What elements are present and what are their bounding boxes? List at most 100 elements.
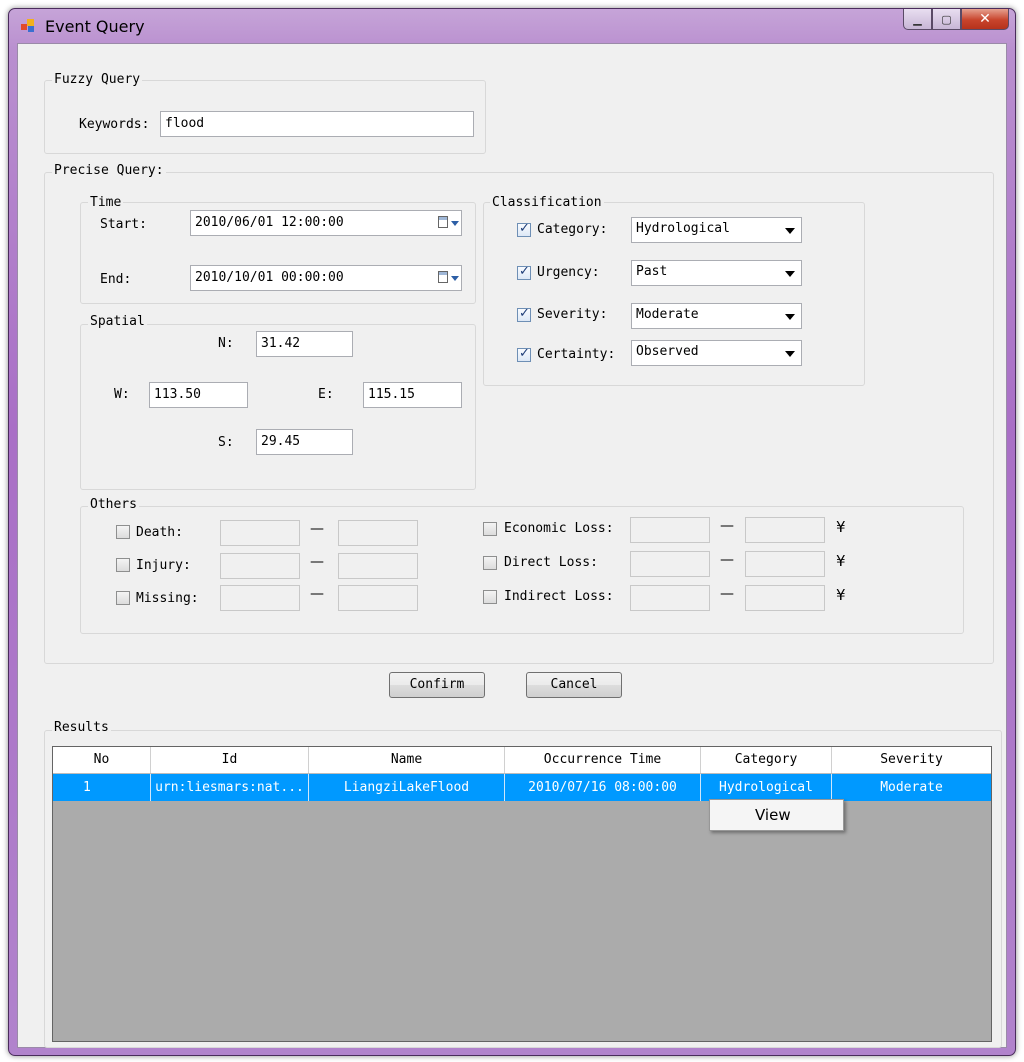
results-grid-header: No Id Name Occurrence Time Category Seve… <box>53 747 991 774</box>
maximize-button[interactable]: ▢ <box>932 9 961 30</box>
direct-loss-label: Direct Loss: <box>504 555 598 570</box>
event-query-window: Event Query ▁ ▢ ✕ Fuzzy Query Keywords: … <box>8 8 1016 1056</box>
chevron-down-icon <box>785 228 795 234</box>
west-input[interactable]: 113.50 <box>149 382 248 408</box>
calendar-dropdown-icon[interactable] <box>438 270 459 286</box>
direct-loss-checkbox[interactable] <box>483 556 497 570</box>
chevron-down-icon <box>785 271 795 277</box>
window-title: Event Query <box>45 17 145 36</box>
death-max-input <box>338 520 418 546</box>
injury-min-input <box>220 553 300 579</box>
east-label: E: <box>318 387 334 402</box>
direct-loss-range-separator: — <box>720 552 734 568</box>
certainty-select[interactable]: Observed <box>631 340 802 366</box>
economic-loss-range-separator: — <box>720 518 734 534</box>
severity-checkbox[interactable] <box>517 306 531 322</box>
severity-select[interactable]: Moderate <box>631 303 802 329</box>
cell-occurrence-time: 2010/07/16 08:00:00 <box>505 774 701 801</box>
others-label: Others <box>88 497 139 512</box>
west-label: W: <box>114 387 130 402</box>
column-header-no[interactable]: No <box>53 747 151 773</box>
fuzzy-query-label: Fuzzy Query <box>52 72 143 87</box>
missing-range-separator: — <box>310 586 324 602</box>
injury-label: Injury: <box>136 558 191 573</box>
table-row[interactable]: 1 urn:liesmars:nat... LiangziLakeFlood 2… <box>53 774 991 801</box>
keywords-label: Keywords: <box>79 117 150 132</box>
economic-loss-unit: ¥ <box>836 518 846 536</box>
south-label: S: <box>218 435 234 450</box>
direct-loss-max-input <box>745 551 825 577</box>
death-label: Death: <box>136 525 183 540</box>
category-select[interactable]: Hydrological <box>631 217 802 243</box>
context-menu-view[interactable]: View <box>755 806 791 824</box>
column-header-id[interactable]: Id <box>151 747 309 773</box>
missing-min-input <box>220 585 300 611</box>
spatial-label: Spatial <box>88 314 147 329</box>
end-datetime-value: 2010/10/01 00:00:00 <box>195 270 344 285</box>
urgency-checkbox[interactable] <box>517 264 531 280</box>
indirect-loss-min-input <box>630 585 710 611</box>
close-button[interactable]: ✕ <box>961 9 1009 30</box>
indirect-loss-label: Indirect Loss: <box>504 589 614 604</box>
category-checkbox[interactable] <box>517 221 531 237</box>
end-datetime-picker[interactable]: 2010/10/01 00:00:00 <box>190 265 462 291</box>
end-label: End: <box>100 272 132 287</box>
direct-loss-unit: ¥ <box>836 552 846 570</box>
economic-loss-label: Economic Loss: <box>504 521 614 536</box>
death-checkbox[interactable] <box>116 525 130 539</box>
injury-checkbox[interactable] <box>116 558 130 572</box>
start-datetime-value: 2010/06/01 12:00:00 <box>195 215 344 230</box>
chevron-down-icon <box>785 314 795 320</box>
cell-no: 1 <box>53 774 151 801</box>
urgency-value: Past <box>636 264 668 279</box>
indirect-loss-unit: ¥ <box>836 586 846 604</box>
cell-severity: Moderate <box>880 780 943 795</box>
missing-checkbox[interactable] <box>116 591 130 605</box>
confirm-button[interactable]: Confirm <box>389 672 485 698</box>
cancel-button[interactable]: Cancel <box>526 672 622 698</box>
north-label: N: <box>218 336 234 351</box>
column-header-name[interactable]: Name <box>309 747 505 773</box>
economic-loss-checkbox[interactable] <box>483 522 497 536</box>
dialog-client-area: Fuzzy Query Keywords: flood Precise Quer… <box>17 43 1007 1048</box>
severity-label: Severity: <box>537 307 608 322</box>
indirect-loss-checkbox[interactable] <box>483 590 497 604</box>
cell-category: Hydrological <box>701 774 832 801</box>
east-input[interactable]: 115.15 <box>363 382 462 408</box>
results-label: Results <box>52 720 111 735</box>
cell-name: LiangziLakeFlood <box>309 774 505 801</box>
economic-loss-max-input <box>745 517 825 543</box>
column-header-category[interactable]: Category <box>701 747 832 773</box>
certainty-checkbox[interactable] <box>517 346 531 362</box>
missing-label: Missing: <box>136 591 199 606</box>
start-datetime-picker[interactable]: 2010/06/01 12:00:00 <box>190 210 462 236</box>
precise-query-label: Precise Query: <box>52 163 166 178</box>
window-controls: ▁ ▢ ✕ <box>903 9 1009 31</box>
category-value: Hydrological <box>636 221 730 236</box>
calendar-dropdown-icon[interactable] <box>438 215 459 231</box>
death-range-separator: — <box>310 521 324 537</box>
death-min-input <box>220 520 300 546</box>
start-label: Start: <box>100 217 147 232</box>
urgency-select[interactable]: Past <box>631 260 802 286</box>
direct-loss-min-input <box>630 551 710 577</box>
context-menu: View <box>709 799 844 831</box>
column-header-occurrence-time[interactable]: Occurrence Time <box>505 747 701 773</box>
indirect-loss-max-input <box>745 585 825 611</box>
missing-max-input <box>338 585 418 611</box>
economic-loss-min-input <box>630 517 710 543</box>
minimize-button[interactable]: ▁ <box>903 9 932 30</box>
injury-range-separator: — <box>310 554 324 570</box>
south-input[interactable]: 29.45 <box>256 429 353 455</box>
indirect-loss-range-separator: — <box>720 586 734 602</box>
injury-max-input <box>338 553 418 579</box>
certainty-value: Observed <box>636 344 699 359</box>
title-bar[interactable]: Event Query ▁ ▢ ✕ <box>9 9 1015 43</box>
time-label: Time <box>88 195 124 210</box>
cell-id: urn:liesmars:nat... <box>151 774 309 801</box>
column-header-severity[interactable]: Severity <box>832 747 991 773</box>
chevron-down-icon <box>785 351 795 357</box>
north-input[interactable]: 31.42 <box>256 331 353 357</box>
keywords-input[interactable]: flood <box>160 111 474 137</box>
results-grid[interactable]: No Id Name Occurrence Time Category Seve… <box>52 746 992 1042</box>
